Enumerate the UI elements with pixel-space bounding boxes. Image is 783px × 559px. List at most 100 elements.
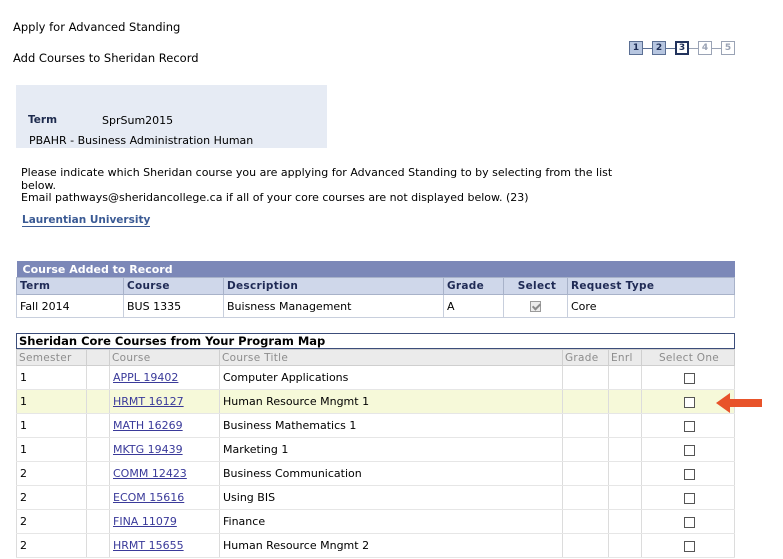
cell-grade — [562, 509, 609, 534]
cell-grade — [562, 461, 609, 486]
cell-course-title: Marketing 1 — [219, 437, 563, 462]
cell-semester: 1 — [16, 389, 87, 414]
term-label: Term — [28, 114, 58, 126]
cell-select-one — [641, 437, 735, 462]
cell-course-title: Human Resource Mngmt 1 — [219, 389, 563, 414]
cell-grade — [562, 389, 609, 414]
course-link[interactable]: HRMT 16127 — [113, 395, 184, 408]
cell-description: Buisness Management — [223, 294, 444, 318]
core-courses-table: Semester Course Course Title Grade Enrl … — [16, 349, 735, 558]
table-row: 1 APPL 19402 Computer Applications — [16, 365, 735, 390]
cell-blank — [86, 509, 110, 534]
instructions-line1: Please indicate which Sheridan course yo… — [21, 166, 613, 192]
select-checkbox[interactable] — [684, 468, 695, 480]
cell-semester: 1 — [16, 365, 87, 390]
col-grade: Grade — [562, 349, 609, 366]
course-link[interactable]: ECOM 15616 — [113, 491, 184, 504]
cell-course: APPL 19402 — [109, 365, 220, 390]
page-title: Apply for Advanced Standing — [13, 20, 181, 34]
cell-course: ECOM 15616 — [109, 485, 220, 510]
cell-select-one — [641, 485, 735, 510]
cell-semester: 2 — [16, 461, 87, 486]
col-course-title: Course Title — [219, 349, 563, 366]
cell-request-type: Core — [567, 294, 735, 318]
course-link[interactable]: COMM 12423 — [113, 467, 187, 480]
cell-course: HRMT 16127 — [109, 389, 220, 414]
cell-course-title: Using BIS — [219, 485, 563, 510]
col-term: Term — [16, 277, 124, 295]
step-3[interactable]: 3 — [675, 41, 689, 55]
table-row: 1 MKTG 19439 Marketing 1 — [16, 437, 735, 462]
col-select: Select — [503, 277, 568, 295]
cell-semester: 2 — [16, 533, 87, 558]
cell-course-title: Business Communication — [219, 461, 563, 486]
cell-course: HRMT 15655 — [109, 533, 220, 558]
cell-grade — [562, 533, 609, 558]
cell-blank — [86, 461, 110, 486]
table-row: 1 HRMT 16127 Human Resource Mngmt 1 — [16, 389, 735, 414]
cell-course-title: Business Mathematics 1 — [219, 413, 563, 438]
cell-enrl — [608, 509, 642, 534]
cell-enrl — [608, 365, 642, 390]
course-added-caption: Course Added to Record — [16, 261, 735, 278]
cell-grade — [562, 413, 609, 438]
course-link[interactable]: APPL 19402 — [113, 371, 178, 384]
col-enrl: Enrl — [608, 349, 642, 366]
table-row: 1 MATH 16269 Business Mathematics 1 — [16, 413, 735, 438]
cell-enrl — [608, 413, 642, 438]
cell-semester: 2 — [16, 485, 87, 510]
step-5: 5 — [721, 41, 735, 55]
cell-semester: 1 — [16, 413, 87, 438]
cell-semester: 1 — [16, 437, 87, 462]
select-checkbox[interactable] — [684, 444, 695, 456]
course-link[interactable]: MKTG 19439 — [113, 443, 183, 456]
step-2[interactable]: 2 — [652, 41, 666, 55]
cell-blank — [86, 437, 110, 462]
select-checkbox[interactable] — [684, 516, 695, 528]
step-indicator: 1 2 3 4 5 — [629, 39, 735, 57]
cell-grade — [562, 365, 609, 390]
institution-link[interactable]: Laurentian University — [22, 214, 151, 227]
cell-blank — [86, 533, 110, 558]
select-checkbox[interactable] — [684, 492, 695, 504]
table-row: 2 HRMT 15655 Human Resource Mngmt 2 — [16, 533, 735, 558]
cell-select-one — [641, 461, 735, 486]
select-checkbox[interactable] — [684, 396, 695, 408]
table-row: Fall 2014 BUS 1335 Buisness Management A… — [16, 294, 735, 318]
cell-grade — [562, 485, 609, 510]
col-course: Course — [123, 277, 224, 295]
step-4: 4 — [698, 41, 712, 55]
select-checkbox[interactable] — [530, 301, 541, 312]
cell-course: BUS 1335 — [123, 294, 224, 318]
cell-grade: A — [443, 294, 504, 318]
cell-course: COMM 12423 — [109, 461, 220, 486]
col-grade: Grade — [443, 277, 504, 295]
cell-select-one — [641, 413, 735, 438]
core-courses-grid: Sheridan Core Courses from Your Program … — [16, 333, 735, 558]
table-row: 2 COMM 12423 Business Communication — [16, 461, 735, 486]
step-1[interactable]: 1 — [629, 41, 643, 55]
cell-select-one — [641, 533, 735, 558]
cell-blank — [86, 389, 110, 414]
course-link[interactable]: HRMT 15655 — [113, 539, 184, 552]
course-link[interactable]: FINA 11079 — [113, 515, 177, 528]
cell-blank — [86, 485, 110, 510]
select-checkbox[interactable] — [684, 420, 695, 432]
cell-blank — [86, 413, 110, 438]
select-checkbox[interactable] — [684, 372, 695, 384]
cell-enrl — [608, 437, 642, 462]
course-link[interactable]: MATH 16269 — [113, 419, 183, 432]
table-row: 2 ECOM 15616 Using BIS — [16, 485, 735, 510]
col-request-type: Request Type — [567, 277, 735, 295]
select-checkbox[interactable] — [684, 540, 695, 552]
instructions: Please indicate which Sheridan course yo… — [21, 166, 631, 205]
table-row: 2 FINA 11079 Finance — [16, 509, 735, 534]
cell-course-title: Finance — [219, 509, 563, 534]
cell-select-one — [641, 509, 735, 534]
cell-select — [503, 294, 568, 318]
cell-select-one — [641, 365, 735, 390]
cell-blank — [86, 365, 110, 390]
core-courses-caption: Sheridan Core Courses from Your Program … — [16, 333, 735, 349]
col-description: Description — [223, 277, 444, 295]
term-value: SprSum2015 — [102, 114, 174, 127]
